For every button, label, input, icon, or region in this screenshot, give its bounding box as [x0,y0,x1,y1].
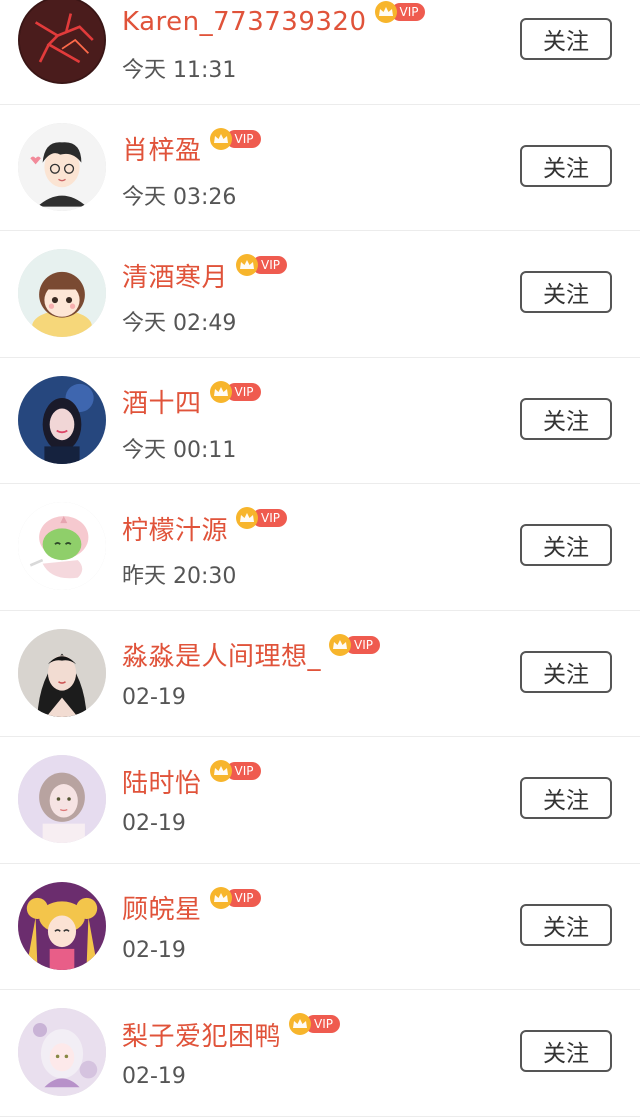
user-name[interactable]: 梨子爱犯困鸭 [122,1016,281,1053]
list-item[interactable]: 淼淼是人间理想_ VIP 02-19 关注 [0,610,640,737]
crown-icon [236,507,259,529]
user-name[interactable]: 顾皖星 [122,889,202,926]
crown-icon [329,633,352,656]
avatar[interactable] [18,881,106,970]
anime-sailor-avatar [18,881,106,970]
user-name[interactable]: 淼淼是人间理想_ [122,636,321,673]
vip-badge: VIP [209,886,261,909]
name-line: 肖梓盈 VIP [122,127,261,171]
photo-girl-blue-avatar [18,375,106,464]
list-item[interactable]: 陆时怡 VIP 02-19 关注 [0,737,640,864]
name-line: 清酒寒月 VIP [122,253,287,297]
crown-icon [289,1013,312,1035]
avatar[interactable] [18,755,106,843]
user-name[interactable]: 柠檬汁源 [122,510,228,547]
crown-icon [209,127,232,150]
follow-button[interactable]: 关注 [520,777,612,819]
avatar[interactable] [18,628,106,717]
user-name[interactable]: Karen_773739320 [122,7,367,37]
cartoon-boy-avatar [18,122,106,211]
red-lightning-avatar [18,0,106,84]
list-item[interactable]: 柠檬汁源 VIP 昨天 20:30 关注 [0,484,640,611]
cartoon-girl-avatar [18,249,106,337]
user-name[interactable]: 酒十四 [122,383,202,420]
list-item[interactable]: 肖梓盈 VIP 今天 03:26 关注 [0,104,640,231]
crown-icon [209,380,232,403]
user-name[interactable]: 清酒寒月 [122,257,228,294]
crown-icon [374,1,397,23]
timestamp: 昨天 20:30 [122,564,237,589]
timestamp: 02-19 [122,811,186,836]
vip-badge: VIP [209,380,261,403]
avatar[interactable] [18,0,106,84]
vip-badge: VIP [374,1,426,23]
pink-anime-avatar [18,1008,106,1096]
name-line: 柠檬汁源 VIP [122,506,287,550]
name-line: Karen_773739320 VIP [122,0,426,44]
list-item[interactable]: 顾皖星 VIP 02-19 关注 [0,863,640,990]
name-line: 淼淼是人间理想_ VIP [122,633,380,677]
user-name[interactable]: 陆时怡 [122,763,202,800]
vip-badge: VIP [329,633,380,656]
follower-list: Karen_773739320 VIP 今天 11:31 关注 肖梓盈 VIP 今天 03:… [0,0,640,1117]
green-dino-avatar [18,502,106,590]
name-line: 酒十四 VIP [122,380,261,424]
timestamp: 02-19 [122,684,186,710]
name-line: 顾皖星 VIP [122,886,261,930]
vip-badge: VIP [289,1013,340,1035]
timestamp: 今天 03:26 [122,184,237,210]
avatar[interactable] [18,375,106,464]
vip-badge: VIP [236,507,287,529]
follow-button[interactable]: 关注 [520,18,612,60]
list-item[interactable]: 酒十四 VIP 今天 00:11 关注 [0,357,640,484]
follow-button[interactable]: 关注 [520,271,612,313]
name-line: 梨子爱犯困鸭 VIP [122,1012,340,1056]
follow-button[interactable]: 关注 [520,1030,612,1072]
vip-badge: VIP [209,127,261,150]
photo-girl-purple-avatar [18,755,106,843]
user-name[interactable]: 肖梓盈 [122,130,202,167]
avatar[interactable] [18,502,106,590]
list-item[interactable]: 清酒寒月 VIP 今天 02:49 关注 [0,231,640,358]
vip-badge: VIP [209,760,261,782]
follow-button[interactable]: 关注 [520,397,612,440]
timestamp: 02-19 [122,1064,186,1089]
follow-button[interactable]: 关注 [520,144,612,187]
crown-icon [209,886,232,909]
photo-woman-avatar [18,628,106,717]
vip-badge: VIP [236,254,287,276]
crown-icon [236,254,259,276]
avatar[interactable] [18,122,106,211]
timestamp: 今天 02:49 [122,311,237,336]
crown-icon [209,760,232,782]
timestamp: 今天 00:11 [122,437,237,463]
follow-button[interactable]: 关注 [520,650,612,693]
follow-button[interactable]: 关注 [520,524,612,566]
timestamp: 今天 11:31 [122,58,237,83]
list-item[interactable]: 梨子爱犯困鸭 VIP 02-19 关注 [0,990,640,1117]
timestamp: 02-19 [122,937,186,963]
avatar[interactable] [18,249,106,337]
list-item[interactable]: Karen_773739320 VIP 今天 11:31 关注 [0,0,640,105]
avatar[interactable] [18,1008,106,1096]
follow-button[interactable]: 关注 [520,903,612,946]
name-line: 陆时怡 VIP [122,759,261,803]
